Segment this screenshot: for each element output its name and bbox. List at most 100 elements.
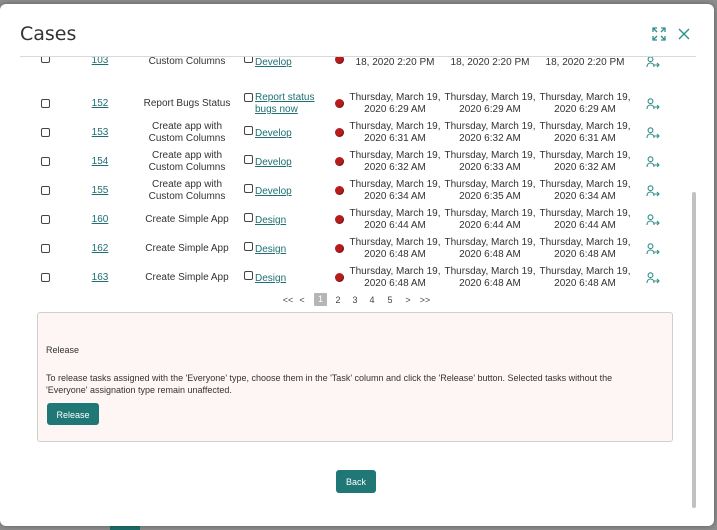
assign-user-icon[interactable] xyxy=(646,127,660,139)
end-date: Thursday, March 19, 2020 6:48 AM xyxy=(444,266,536,289)
status-dot-icon xyxy=(335,57,344,64)
start-date: Thursday, March 19, 2020 6:44 AM xyxy=(349,208,441,231)
row-select-checkbox[interactable] xyxy=(41,215,50,224)
start-date: Thursday, March 19, 2020 6:31 AM xyxy=(349,121,441,144)
status-dot-icon xyxy=(335,186,344,195)
table-row: 152 Report Bugs Status Report status bug… xyxy=(0,89,690,118)
status-dot-icon xyxy=(335,215,344,224)
end-date: Thursday, March 19, 2020 6:44 AM xyxy=(444,208,536,231)
case-name: Create Simple App xyxy=(145,243,229,254)
release-title: Release xyxy=(46,345,80,355)
assign-user-icon[interactable] xyxy=(646,185,660,197)
task-link[interactable]: Develop xyxy=(255,57,317,69)
close-icon[interactable] xyxy=(676,26,692,42)
task-link[interactable]: Design xyxy=(255,215,317,227)
task-link[interactable]: Develop xyxy=(255,186,317,198)
release-description: To release tasks assigned with the 'Ever… xyxy=(46,373,613,395)
row-select-checkbox[interactable] xyxy=(41,99,50,108)
row-select-checkbox[interactable] xyxy=(41,244,50,253)
status-dot-icon xyxy=(335,128,344,137)
table-row: 155 Create app with Custom Columns Devel… xyxy=(0,176,690,205)
task-checkbox[interactable] xyxy=(244,213,253,222)
modal-title: Cases xyxy=(20,23,77,45)
case-name: Create Simple App xyxy=(145,214,229,225)
task-link[interactable]: Report status bugs now xyxy=(255,92,317,116)
assign-user-icon[interactable] xyxy=(646,214,660,226)
due-date: 18, 2020 2:20 PM xyxy=(545,57,625,68)
back-button[interactable]: Back xyxy=(336,470,376,493)
case-id-link[interactable]: 152 xyxy=(80,98,120,110)
status-dot-icon xyxy=(335,99,344,108)
case-id-link[interactable]: 103 xyxy=(80,57,120,67)
page-first[interactable]: << xyxy=(282,295,294,305)
task-link[interactable]: Design xyxy=(255,273,317,285)
case-id-link[interactable]: 163 xyxy=(80,272,120,284)
task-link[interactable]: Design xyxy=(255,244,317,256)
table-row: 162 Create Simple App Design Thursday, M… xyxy=(0,234,690,263)
page-last[interactable]: >> xyxy=(419,295,431,305)
row-select-checkbox[interactable] xyxy=(41,157,50,166)
due-date: Thursday, March 19, 2020 6:34 AM xyxy=(539,179,631,202)
release-button[interactable]: Release xyxy=(47,403,99,425)
assign-user-icon[interactable] xyxy=(646,272,660,284)
case-id-link[interactable]: 153 xyxy=(80,127,120,139)
table-row: 103 Custom Columns Develop 18, 2020 2:20… xyxy=(0,57,690,86)
end-date: Thursday, March 19, 2020 6:29 AM xyxy=(444,92,536,115)
start-date: Thursday, March 19, 2020 6:32 AM xyxy=(349,150,441,173)
status-dot-icon xyxy=(335,244,344,253)
table-row: 160 Create Simple App Design Thursday, M… xyxy=(0,205,690,234)
row-select-checkbox[interactable] xyxy=(41,273,50,282)
assign-user-icon[interactable] xyxy=(646,243,660,255)
table-row: 163 Create Simple App Design Thursday, M… xyxy=(0,263,690,292)
task-checkbox[interactable] xyxy=(244,155,253,164)
due-date: Thursday, March 19, 2020 6:48 AM xyxy=(539,237,631,260)
case-id-link[interactable]: 154 xyxy=(80,156,120,168)
case-id-link[interactable]: 162 xyxy=(80,243,120,255)
due-date: Thursday, March 19, 2020 6:32 AM xyxy=(539,150,631,173)
page-4[interactable]: 4 xyxy=(368,295,376,305)
task-checkbox[interactable] xyxy=(244,57,253,63)
cases-content: 103 Custom Columns Develop 18, 2020 2:20… xyxy=(0,57,714,526)
status-dot-icon xyxy=(335,273,344,282)
start-date: Thursday, March 19, 2020 6:29 AM xyxy=(349,92,441,115)
end-date: Thursday, March 19, 2020 6:32 AM xyxy=(444,121,536,144)
page-1[interactable]: 1 xyxy=(314,293,327,306)
task-checkbox[interactable] xyxy=(244,126,253,135)
task-checkbox[interactable] xyxy=(244,271,253,280)
page-prev[interactable]: < xyxy=(298,295,306,305)
end-date: Thursday, March 19, 2020 6:48 AM xyxy=(444,237,536,260)
page-5[interactable]: 5 xyxy=(386,295,394,305)
task-checkbox[interactable] xyxy=(244,242,253,251)
assign-user-icon[interactable] xyxy=(646,57,660,68)
page-next[interactable]: > xyxy=(404,295,412,305)
page-2[interactable]: 2 xyxy=(334,295,342,305)
task-checkbox[interactable] xyxy=(244,184,253,193)
due-date: Thursday, March 19, 2020 6:48 AM xyxy=(539,266,631,289)
row-select-checkbox[interactable] xyxy=(41,57,50,63)
task-link[interactable]: Develop xyxy=(255,157,317,169)
table-row: 154 Create app with Custom Columns Devel… xyxy=(0,147,690,176)
case-name: Custom Columns xyxy=(148,57,226,67)
due-date: Thursday, March 19, 2020 6:29 AM xyxy=(539,92,631,115)
cases-modal: Cases 103 Custom Columns Develop 18, 202… xyxy=(0,4,714,526)
case-id-link[interactable]: 160 xyxy=(80,214,120,226)
status-dot-icon xyxy=(335,157,344,166)
case-id-link[interactable]: 155 xyxy=(80,185,120,197)
task-link[interactable]: Develop xyxy=(255,128,317,140)
due-date: Thursday, March 19, 2020 6:44 AM xyxy=(539,208,631,231)
start-date: 18, 2020 2:20 PM xyxy=(355,57,435,68)
scrollbar[interactable] xyxy=(692,192,696,508)
case-name: Create app with Custom Columns xyxy=(148,179,226,202)
end-date: 18, 2020 2:20 PM xyxy=(450,57,530,68)
case-name: Create app with Custom Columns xyxy=(148,150,226,173)
expand-icon[interactable] xyxy=(651,26,667,42)
assign-user-icon[interactable] xyxy=(646,98,660,110)
row-select-checkbox[interactable] xyxy=(41,128,50,137)
row-select-checkbox[interactable] xyxy=(41,186,50,195)
page-3[interactable]: 3 xyxy=(351,295,359,305)
assign-user-icon[interactable] xyxy=(646,156,660,168)
case-name: Create Simple App xyxy=(145,272,229,283)
release-panel: Release To release tasks assigned with t… xyxy=(37,312,673,442)
task-checkbox[interactable] xyxy=(244,93,253,102)
end-date: Thursday, March 19, 2020 6:35 AM xyxy=(444,179,536,202)
